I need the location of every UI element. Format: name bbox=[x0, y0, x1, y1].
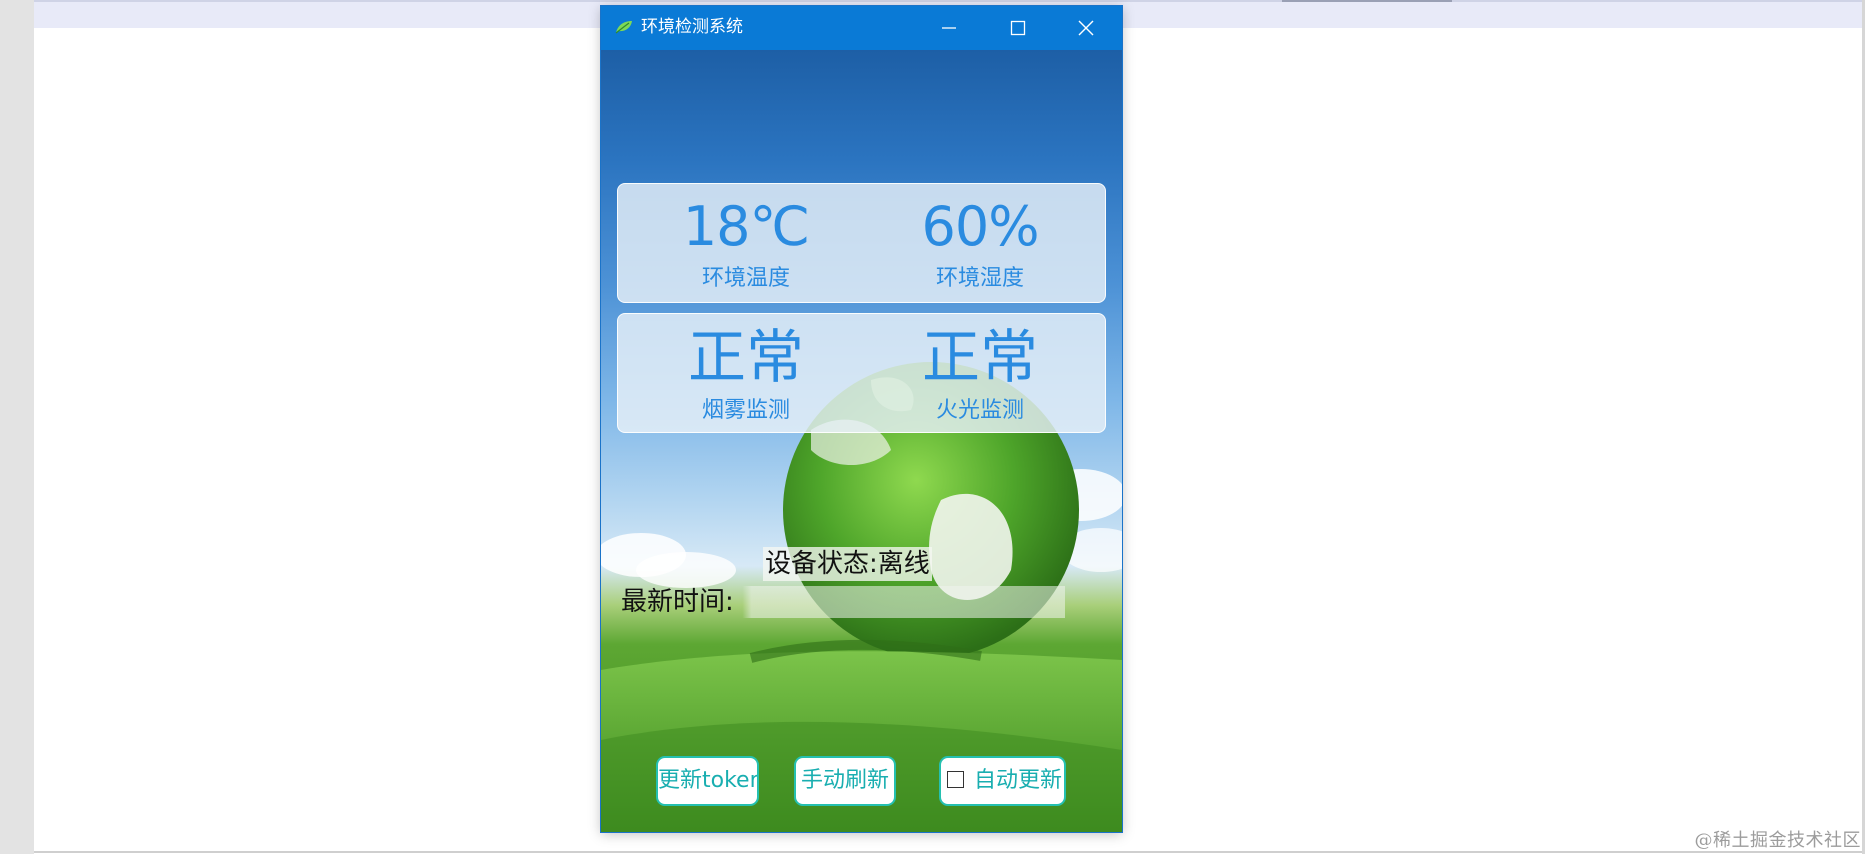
environment-panel: 18℃ 环境温度 60% 环境湿度 bbox=[617, 183, 1106, 303]
temperature-metric: 18℃ 环境温度 bbox=[646, 200, 846, 292]
client-area: 18℃ 环境温度 60% 环境湿度 正常 烟雾监测 正常 火光监测 设备状态:离… bbox=[601, 50, 1122, 832]
device-status: 设备状态:离线 bbox=[763, 547, 932, 581]
auto-update-checkbox[interactable] bbox=[947, 770, 964, 788]
temperature-value: 18℃ bbox=[682, 195, 810, 258]
latest-time-label: 最新时间: bbox=[621, 587, 734, 617]
manual-refresh-button[interactable]: 手动刷新 bbox=[794, 756, 896, 806]
close-icon bbox=[1078, 20, 1094, 36]
maximize-button[interactable] bbox=[986, 6, 1050, 50]
window-title: 环境检测系统 bbox=[641, 17, 743, 37]
smoke-metric: 正常 烟雾监测 bbox=[646, 328, 846, 424]
smoke-value: 正常 bbox=[687, 323, 804, 391]
minimize-button[interactable] bbox=[917, 6, 981, 50]
smoke-label: 烟雾监测 bbox=[701, 398, 790, 423]
maximize-icon bbox=[1010, 20, 1026, 36]
title-bar[interactable]: 环境检测系统 bbox=[601, 6, 1122, 50]
desktop-top-line bbox=[34, 0, 1865, 2]
latest-time-row: 最新时间: bbox=[617, 586, 1065, 618]
auto-update-label: 自动更新 bbox=[974, 768, 1063, 793]
desktop-bottom-line bbox=[34, 851, 1865, 853]
fire-value: 正常 bbox=[921, 323, 1038, 391]
fire-label: 火光监测 bbox=[935, 398, 1024, 423]
humidity-value: 60% bbox=[921, 195, 1039, 258]
leaf-icon bbox=[615, 21, 632, 34]
close-button[interactable] bbox=[1054, 6, 1118, 50]
humidity-label: 环境湿度 bbox=[935, 266, 1024, 291]
update-token-button[interactable]: 更新token bbox=[656, 756, 759, 806]
minimize-icon bbox=[942, 27, 956, 29]
desktop-left-strip bbox=[0, 0, 34, 854]
auto-update-toggle[interactable]: 自动更新 bbox=[939, 756, 1066, 806]
humidity-metric: 60% 环境湿度 bbox=[880, 200, 1080, 292]
horizontal-scroll-thumb[interactable] bbox=[1282, 0, 1452, 2]
app-window: 环境检测系统 18℃ 环境温度 60% 环境湿度 正常 烟雾监测 正常 火光监测… bbox=[601, 6, 1122, 832]
earth-background-image bbox=[601, 362, 1122, 832]
fire-metric: 正常 火光监测 bbox=[880, 328, 1080, 424]
alarm-panel: 正常 烟雾监测 正常 火光监测 bbox=[617, 313, 1106, 433]
watermark: @稀土掘金技术社区 bbox=[1694, 830, 1861, 851]
temperature-label: 环境温度 bbox=[701, 266, 790, 291]
